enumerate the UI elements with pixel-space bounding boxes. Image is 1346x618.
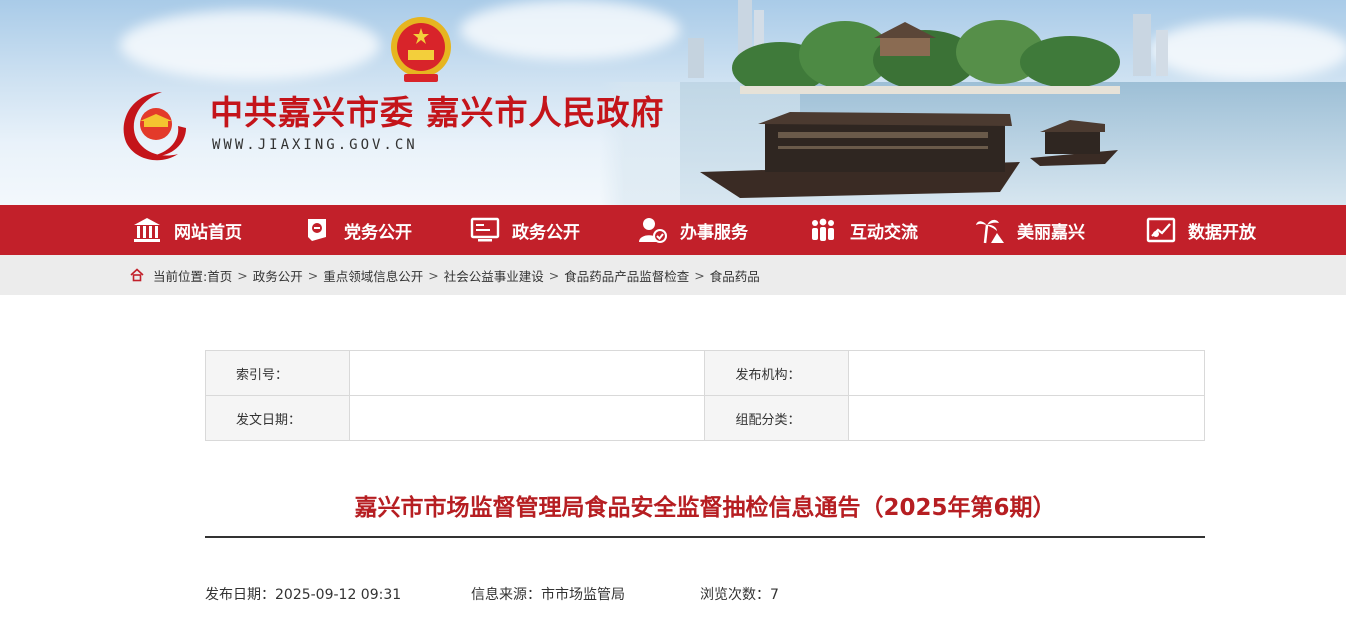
publish-date: 发布日期：2025-09-12 09:31	[205, 587, 402, 603]
issue-date-value	[348, 395, 706, 441]
people-group-icon	[812, 218, 834, 241]
palm-tree-icon	[976, 219, 1004, 244]
south-lake-scene-image	[600, 0, 1346, 205]
breadcrumb-separator: >	[428, 267, 439, 283]
nav-item-interaction[interactable]: 互动交流	[808, 205, 918, 255]
nav-item-label: 美丽嘉兴	[1017, 222, 1085, 243]
breadcrumb-separator: >	[307, 267, 319, 283]
breadcrumb-link-food-drug-inspection[interactable]: 食品药品产品监督检查	[564, 266, 689, 285]
main-nav: 网站首页 党务公开 政务公开 办事服务 互动交流 美丽嘉兴 数据开放	[0, 205, 1346, 255]
home-icon	[134, 218, 160, 242]
nav-item-label: 办事服务	[680, 222, 748, 243]
category-label: 组配分类：	[704, 395, 850, 441]
breadcrumb-separator: >	[548, 267, 560, 283]
publisher-value	[848, 350, 1205, 396]
national-emblem-logo	[391, 17, 451, 82]
category-value	[848, 395, 1205, 441]
view-count: 浏览次数：7	[700, 587, 779, 603]
breadcrumb-link-government-affairs[interactable]: 政务公开	[253, 266, 303, 285]
site-banner: 中共嘉兴市委 嘉兴市人民政府 WWW.JIAXING.GOV.CN	[0, 0, 1346, 205]
index-number-value	[348, 350, 706, 396]
breadcrumb-link-public-welfare[interactable]: 社会公益事业建设	[444, 266, 544, 285]
title-divider	[205, 536, 1205, 538]
breadcrumb: 当前位置: 首页 > 政务公开 > 重点领域信息公开 > 社会公益事业建设 > …	[130, 255, 760, 295]
nav-item-party-affairs[interactable]: 党务公开	[302, 205, 412, 255]
data-chart-icon	[1146, 217, 1176, 243]
nav-item-label: 数据开放	[1188, 222, 1256, 243]
nav-item-label: 政务公开	[512, 222, 580, 243]
nav-item-label: 网站首页	[174, 222, 242, 243]
party-flag-icon	[308, 219, 326, 241]
document-board-icon	[470, 217, 500, 242]
site-url: WWW.JIAXING.GOV.CN	[212, 137, 418, 153]
publisher-label: 发布机构：	[704, 350, 850, 396]
site-title: 中共嘉兴市委 嘉兴市人民政府	[210, 93, 665, 132]
document-meta-table: 索引号： 发布机构： 发文日期： 组配分类：	[205, 350, 1205, 441]
index-number-label: 索引号：	[205, 350, 350, 396]
nav-item-label: 党务公开	[344, 222, 412, 243]
nav-item-government-affairs[interactable]: 政务公开	[470, 205, 580, 255]
breadcrumb-bar: 当前位置: 首页 > 政务公开 > 重点领域信息公开 > 社会公益事业建设 > …	[0, 255, 1346, 295]
breadcrumb-prefix: 当前位置:	[153, 268, 208, 284]
breadcrumb-separator: >	[237, 267, 248, 283]
nav-item-services[interactable]: 办事服务	[638, 205, 748, 255]
nav-item-label: 互动交流	[850, 222, 918, 243]
info-source: 信息来源：市市场监管局	[471, 587, 625, 603]
nav-item-open-data[interactable]: 数据开放	[1146, 205, 1256, 255]
service-user-icon	[639, 218, 667, 243]
article-title: 嘉兴市市场监督管理局食品安全监督抽检信息通告（2025年第6期）	[354, 495, 1056, 521]
home-icon	[130, 268, 144, 282]
breadcrumb-separator: >	[694, 267, 705, 283]
jiaxing-logo-mark	[123, 92, 186, 161]
nav-item-home[interactable]: 网站首页	[132, 205, 242, 255]
breadcrumb-link-home[interactable]: 首页	[207, 266, 232, 285]
breadcrumb-link-key-areas[interactable]: 重点领域信息公开	[323, 266, 423, 285]
table-row: 发文日期： 组配分类：	[205, 395, 1205, 441]
breadcrumb-link-food-drug[interactable]: 食品药品	[710, 266, 760, 285]
nav-item-beautiful-jiaxing[interactable]: 美丽嘉兴	[975, 205, 1085, 255]
issue-date-label: 发文日期：	[205, 395, 350, 441]
table-row: 索引号： 发布机构：	[205, 350, 1205, 396]
